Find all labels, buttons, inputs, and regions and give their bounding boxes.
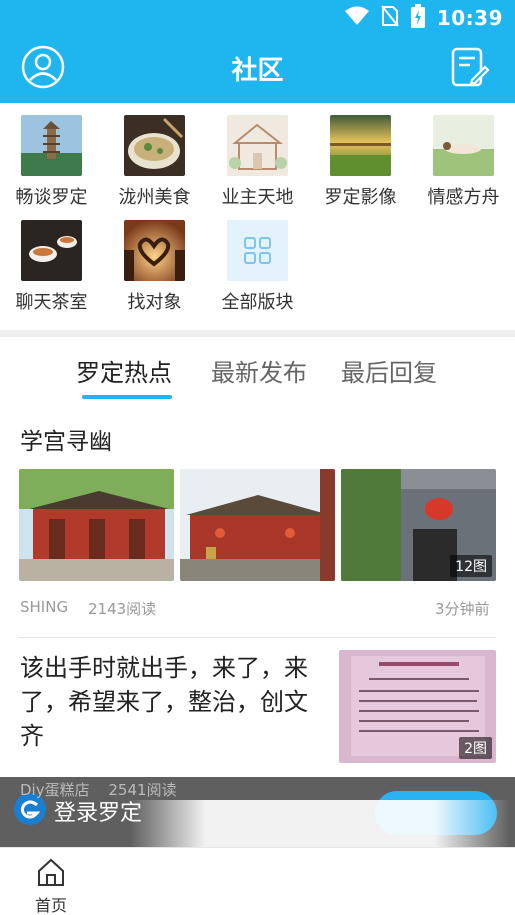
app-header: 社区 xyxy=(0,36,515,103)
post-read-count: 2143阅读 xyxy=(88,600,157,618)
forum-item-emotion[interactable]: 情感方舟 xyxy=(412,103,515,208)
grid-icon xyxy=(227,220,288,281)
wifi-icon xyxy=(344,6,369,30)
forum-label: 畅谈罗定 xyxy=(15,187,88,208)
forum-label: 业主天地 xyxy=(221,187,294,208)
forum-item-changtan[interactable]: 畅谈罗定 xyxy=(0,103,103,208)
section-separator xyxy=(0,330,515,337)
top-bar: 10:39 社区 xyxy=(0,0,515,103)
forum-label: 罗定影像 xyxy=(324,187,397,208)
tab-latest[interactable]: 最新发布 xyxy=(211,353,307,388)
food-bowl-photo-icon xyxy=(124,115,185,176)
compose-button[interactable] xyxy=(447,46,493,92)
post-title[interactable]: 学宫寻幽 xyxy=(20,422,112,456)
forum-item-owners[interactable]: 业主天地 xyxy=(206,103,309,208)
post-divider xyxy=(19,637,496,638)
forum-label: 情感方舟 xyxy=(427,187,500,208)
status-time: 10:39 xyxy=(436,6,503,30)
post-author: Diy蛋糕店 xyxy=(20,781,90,799)
status-bar: 10:39 xyxy=(0,0,515,36)
forum-label: 泷州美食 xyxy=(118,187,191,208)
notice-document-photo[interactable]: 2图 xyxy=(339,650,496,763)
forum-label: 找对象 xyxy=(127,292,182,313)
tab-last-reply[interactable]: 最后回复 xyxy=(341,353,437,388)
image-count-badge: 12图 xyxy=(450,555,492,577)
edit-note-icon xyxy=(450,46,490,92)
forum-grid: 畅谈罗定 泷州美食 业主天地 罗定影像 情感方舟 聊天茶室 找对象 全部版块 xyxy=(0,103,515,330)
heart-hands-photo-icon xyxy=(124,220,185,281)
forum-label: 全部版块 xyxy=(221,292,294,313)
post-read-count: 2541阅读 xyxy=(108,781,177,799)
post-time: 3分钟前 xyxy=(435,600,490,618)
tab-active-indicator xyxy=(82,395,172,399)
forum-item-food[interactable]: 泷州美食 xyxy=(103,103,206,208)
temple-photo-3: 12图 xyxy=(341,469,496,581)
no-sim-icon xyxy=(381,5,399,31)
bottom-nav: 首页 xyxy=(0,847,515,915)
forum-item-tea[interactable]: 聊天茶室 xyxy=(0,208,103,313)
forum-item-dating[interactable]: 找对象 xyxy=(103,208,206,313)
pagoda-photo-icon xyxy=(21,115,82,176)
image-count-badge: 2图 xyxy=(459,737,492,759)
post-meta-partial: Diy蛋糕店 2541阅读 xyxy=(20,779,177,800)
temple-photo-2 xyxy=(180,469,335,581)
nav-home-label: 首页 xyxy=(34,896,67,915)
home-icon xyxy=(35,856,67,892)
forum-label: 聊天茶室 xyxy=(15,292,88,313)
tab-hot[interactable]: 罗定热点 xyxy=(76,353,172,388)
building-sketch-photo-icon xyxy=(227,115,288,176)
temple-photo-1 xyxy=(19,469,174,581)
couple-grass-photo-icon xyxy=(433,115,494,176)
nav-home[interactable]: 首页 xyxy=(20,854,82,915)
post-title[interactable]: 该出手时就出手，来了，来了，希望来了，整治，创文齐 xyxy=(20,651,325,753)
forum-item-all[interactable]: 全部版块 xyxy=(206,208,309,313)
tea-cups-photo-icon xyxy=(21,220,82,281)
battery-charging-icon xyxy=(410,4,425,32)
page-title: 社区 xyxy=(231,56,284,86)
feed-tabs: 罗定热点 最新发布 最后回复 xyxy=(0,337,515,405)
sunset-bridge-photo-icon xyxy=(330,115,391,176)
post-image-row[interactable]: 12图 xyxy=(19,469,496,581)
post-author: SHING xyxy=(20,598,69,616)
forum-item-images[interactable]: 罗定影像 xyxy=(309,103,412,208)
